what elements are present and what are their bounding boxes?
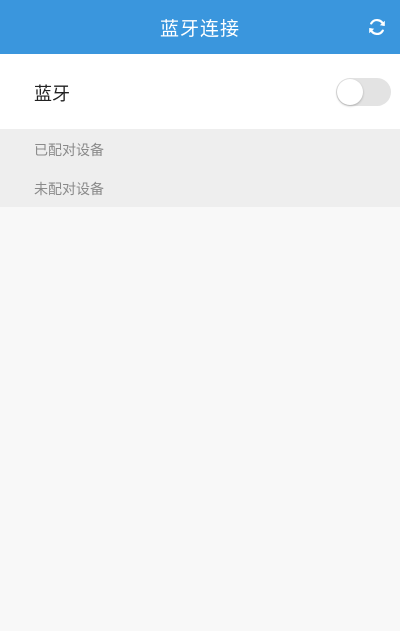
bluetooth-screen: 蓝牙连接 蓝牙 已配对设备 未配对设备 [0, 0, 400, 631]
device-list-area [0, 207, 400, 631]
paired-devices-header: 已配对设备 [0, 129, 400, 168]
bluetooth-toggle[interactable] [336, 78, 391, 106]
refresh-icon [369, 19, 385, 35]
title-bar: 蓝牙连接 [0, 0, 400, 54]
bluetooth-label: 蓝牙 [34, 84, 70, 105]
bluetooth-row: 蓝牙 [0, 54, 400, 129]
toggle-knob [337, 79, 363, 105]
refresh-button[interactable] [364, 14, 390, 40]
unpaired-devices-header: 未配对设备 [0, 168, 400, 207]
paired-devices-label: 已配对设备 [34, 143, 104, 159]
page-title: 蓝牙连接 [159, 17, 240, 40]
unpaired-devices-label: 未配对设备 [34, 182, 104, 198]
